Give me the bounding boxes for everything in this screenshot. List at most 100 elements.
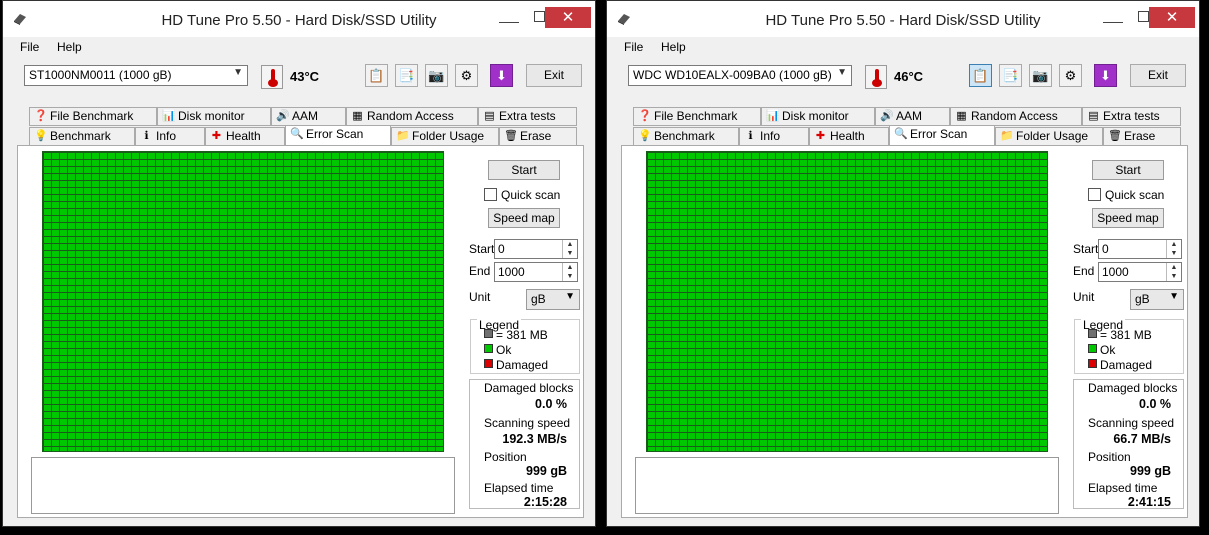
block-map-grid: [646, 151, 1048, 452]
legend-block-size: = 381 MB: [484, 328, 548, 342]
save-button[interactable]: ⬇: [490, 64, 513, 87]
menu-bar: File Help: [3, 38, 595, 56]
tab-health[interactable]: ✚ Health: [809, 127, 889, 146]
tab-random-access[interactable]: ▦ Random Access: [950, 107, 1082, 126]
menu-file[interactable]: File: [624, 40, 643, 54]
error-scan-panel: Start Quick scan Speed map Start 0 ▲ ▼ En…: [17, 145, 584, 518]
menu-file[interactable]: File: [20, 40, 39, 54]
position-value: 999 gB: [526, 464, 567, 478]
unit-select[interactable]: gB ▼: [526, 289, 580, 310]
file-benchmark-icon: ❓: [638, 110, 652, 122]
exit-button[interactable]: Exit: [526, 64, 582, 87]
spin-arrows-icon[interactable]: ▲ ▼: [1166, 240, 1181, 258]
tab-folder-usage[interactable]: 📁 Folder Usage: [995, 127, 1103, 146]
tab-error-scan[interactable]: 🔍 Error Scan: [889, 125, 995, 146]
end-input[interactable]: 1000 ▲ ▼: [494, 262, 578, 282]
copy-text-button[interactable]: 📋: [365, 64, 388, 87]
tab-file-benchmark[interactable]: ❓ File Benchmark: [633, 107, 761, 126]
damaged-blocks-value: 0.0 %: [535, 397, 567, 411]
quick-scan-checkbox[interactable]: [484, 188, 497, 201]
tab-benchmark[interactable]: 💡 Benchmark: [29, 127, 135, 146]
close-button[interactable]: ✕: [1149, 7, 1195, 28]
file-benchmark-icon: ❓: [34, 110, 48, 122]
close-button[interactable]: ✕: [545, 7, 591, 28]
start-input[interactable]: 0 ▲ ▼: [494, 239, 578, 259]
save-button[interactable]: ⬇: [1094, 64, 1117, 87]
options-button[interactable]: ⚙: [1059, 64, 1082, 87]
tab-aam[interactable]: 🔊 AAM: [271, 107, 346, 126]
random-access-icon: ▦: [352, 110, 363, 122]
tab-disk-monitor[interactable]: 📊 Disk monitor: [761, 107, 875, 126]
hdtune-window-1: HD Tune Pro 5.50 - Hard Disk/SSD Utility…: [2, 0, 596, 527]
tab-erase[interactable]: 🗑 Erase: [1103, 127, 1181, 146]
speed-map-button[interactable]: Speed map: [488, 208, 560, 228]
drive-select-value: ST1000NM0011 (1000 gB): [29, 68, 172, 82]
start-button[interactable]: Start: [1092, 160, 1164, 180]
error-scan-panel: Start Quick scan Speed map Start 0 ▲ ▼ En…: [621, 145, 1188, 518]
spin-arrows-icon[interactable]: ▲ ▼: [562, 263, 577, 281]
scan-stats: Damaged blocks 0.0 % Scanning speed 192.…: [469, 379, 580, 509]
tab-erase[interactable]: 🗑 Erase: [499, 127, 577, 146]
disk-monitor-icon: 📊: [162, 110, 176, 122]
magnifier-icon: 🔍: [894, 128, 908, 140]
legend-damaged: Damaged: [1088, 358, 1152, 372]
copy-info-button[interactable]: 📑: [395, 64, 418, 87]
copy-info-button[interactable]: 📑: [999, 64, 1022, 87]
minimize-button[interactable]: [499, 13, 519, 23]
tab-file-benchmark[interactable]: ❓ File Benchmark: [29, 107, 157, 126]
info-icon: ℹ: [748, 130, 753, 142]
elapsed-time-label: Elapsed time: [484, 481, 554, 495]
spin-arrows-icon[interactable]: ▲ ▼: [562, 240, 577, 258]
drive-select[interactable]: WDC WD10EALX-009BA0 (1000 gB) ▼: [628, 65, 852, 86]
spin-arrows-icon[interactable]: ▲ ▼: [1166, 263, 1181, 281]
start-button[interactable]: Start: [488, 160, 560, 180]
maximize-button[interactable]: [534, 11, 545, 22]
temperature-readout: 43°C: [290, 69, 320, 84]
tab-random-access[interactable]: ▦ Random Access: [346, 107, 478, 126]
tab-health[interactable]: ✚ Health: [205, 127, 285, 146]
health-cross-icon: ✚: [815, 130, 826, 142]
legend: Legend = 381 MB Ok Damaged: [470, 318, 580, 374]
scan-stats: Damaged blocks 0.0 % Scanning speed 66.7…: [1073, 379, 1184, 509]
tab-extra-tests[interactable]: ▤ Extra tests: [1082, 107, 1181, 126]
hdtune-window-2: HD Tune Pro 5.50 - Hard Disk/SSD Utility…: [606, 0, 1200, 527]
screenshot-button[interactable]: 📷: [1029, 64, 1052, 87]
scan-log[interactable]: [635, 457, 1059, 514]
arrow-down-icon: ⬇: [496, 68, 507, 83]
position-value: 999 gB: [1130, 464, 1171, 478]
title-bar: HD Tune Pro 5.50 - Hard Disk/SSD Utility…: [3, 1, 595, 37]
legend-block-size: = 381 MB: [1088, 328, 1152, 342]
tab-folder-usage[interactable]: 📁 Folder Usage: [391, 127, 499, 146]
tab-info[interactable]: ℹ Info: [739, 127, 809, 146]
tab-info[interactable]: ℹ Info: [135, 127, 205, 146]
start-input[interactable]: 0 ▲ ▼: [1098, 239, 1182, 259]
legend-ok: Ok: [1088, 343, 1115, 357]
menu-help[interactable]: Help: [57, 40, 82, 54]
exit-button[interactable]: Exit: [1130, 64, 1186, 87]
health-cross-icon: ✚: [211, 130, 222, 142]
drive-select-value: WDC WD10EALX-009BA0 (1000 gB): [633, 68, 832, 82]
maximize-button[interactable]: [1138, 11, 1149, 22]
chevron-down-icon: ▼: [565, 291, 575, 302]
scan-log[interactable]: [31, 457, 455, 514]
screenshot-button[interactable]: 📷: [425, 64, 448, 87]
menu-help[interactable]: Help: [661, 40, 686, 54]
speaker-icon: 🔊: [880, 110, 894, 122]
unit-select[interactable]: gB ▼: [1130, 289, 1184, 310]
tab-error-scan[interactable]: 🔍 Error Scan: [285, 125, 391, 146]
block-map-grid: [42, 151, 444, 452]
tab-benchmark[interactable]: 💡 Benchmark: [633, 127, 739, 146]
copy-text-button[interactable]: 📋: [969, 64, 992, 87]
quick-scan-label: Quick scan: [501, 188, 561, 202]
speed-map-button[interactable]: Speed map: [1092, 208, 1164, 228]
info-icon: ℹ: [144, 130, 149, 142]
options-button[interactable]: ⚙: [455, 64, 478, 87]
minimize-button[interactable]: [1103, 13, 1123, 23]
tab-disk-monitor[interactable]: 📊 Disk monitor: [157, 107, 271, 126]
drive-select[interactable]: ST1000NM0011 (1000 gB) ▼: [24, 65, 248, 86]
tab-aam[interactable]: 🔊 AAM: [875, 107, 950, 126]
menu-bar: File Help: [607, 38, 1199, 56]
quick-scan-checkbox[interactable]: [1088, 188, 1101, 201]
tab-extra-tests[interactable]: ▤ Extra tests: [478, 107, 577, 126]
end-input[interactable]: 1000 ▲ ▼: [1098, 262, 1182, 282]
